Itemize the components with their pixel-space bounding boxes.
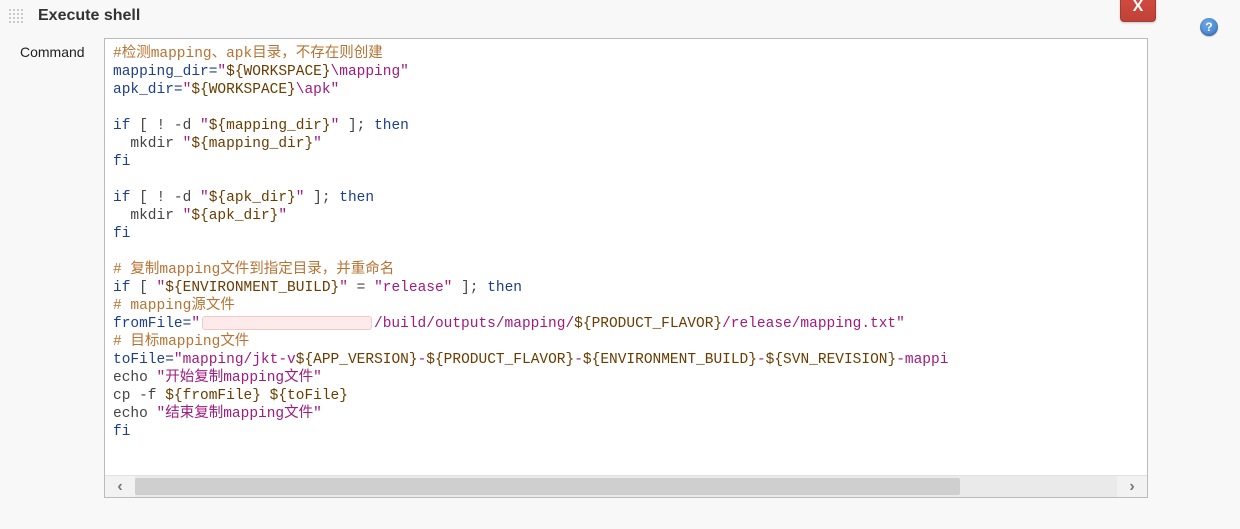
drag-handle-icon[interactable] <box>6 6 26 26</box>
code-var: mapping_dir <box>113 64 209 80</box>
code-var: apk_dir <box>113 82 174 98</box>
code-text: echo <box>113 406 157 422</box>
code-comment: # mapping源文件 <box>113 298 235 314</box>
scroll-track[interactable] <box>135 476 1117 497</box>
code-expansion: ${fromFile} <box>165 388 261 404</box>
code-kw: fi <box>113 154 130 170</box>
code-str: -mappi <box>896 352 948 368</box>
code-var: toFile <box>113 352 165 368</box>
horizontal-scrollbar[interactable]: ‹ › <box>105 475 1147 497</box>
code-str: " <box>157 280 166 296</box>
command-textarea[interactable]: #检测mapping、apk目录，不存在则创建 mapping_dir="${W… <box>105 39 1147 475</box>
code-expansion: ${mapping_dir} <box>209 118 331 134</box>
code-expansion: ${SVN_REVISION} <box>766 352 897 368</box>
code-kw: then <box>374 118 409 134</box>
code-kw: then <box>487 280 522 296</box>
code-expansion: ${APP_VERSION} <box>296 352 418 368</box>
code-comment: #检测mapping、apk目录，不存在则创建 <box>113 46 383 62</box>
code-str: " <box>313 136 322 152</box>
code-str: " <box>191 316 200 332</box>
code-kw: if <box>113 280 139 296</box>
code-str: "mapping/jkt-v <box>174 352 296 368</box>
code-str: - <box>418 352 427 368</box>
code-comment: # 复制mapping文件到指定目录，并重命名 <box>113 262 394 278</box>
code-str: " <box>339 280 348 296</box>
code-expansion: ${toFile} <box>270 388 348 404</box>
code-str: /release/mapping.txt" <box>722 316 905 332</box>
command-editor[interactable]: #检测mapping、apk目录，不存在则创建 mapping_dir="${W… <box>104 38 1148 498</box>
code-text: [ <box>139 280 156 296</box>
code-str: /build/outputs/mapping/ <box>374 316 574 332</box>
code-text: [ ! -d <box>139 190 200 206</box>
code-str: "结束复制mapping文件" <box>157 406 322 422</box>
code-str: " <box>278 208 287 224</box>
code-text <box>261 388 270 404</box>
code-expansion: ${PRODUCT_FLAVOR} <box>426 352 574 368</box>
redacted-path <box>202 316 372 330</box>
code-str: \apk" <box>296 82 340 98</box>
code-text: = <box>348 280 374 296</box>
code-str: " <box>200 118 209 134</box>
help-icon[interactable]: ? <box>1200 18 1218 36</box>
code-str: - <box>574 352 583 368</box>
code-expansion: ${ENVIRONMENT_BUILD} <box>583 352 757 368</box>
code-kw: if <box>113 118 139 134</box>
code-str: "release" <box>374 280 452 296</box>
command-row: Command #检测mapping、apk目录，不存在则创建 mapping_… <box>10 38 1230 498</box>
code-op: = <box>174 82 183 98</box>
scroll-thumb[interactable] <box>135 478 960 495</box>
scroll-right-icon[interactable]: › <box>1117 476 1147 497</box>
delete-step-button[interactable]: X <box>1120 0 1156 22</box>
code-kw: then <box>339 190 374 206</box>
build-step-execute-shell: Execute shell X ? Command #检测mapping、apk… <box>0 0 1240 508</box>
code-kw: fi <box>113 424 130 440</box>
code-text: cp -f <box>113 388 165 404</box>
code-text: ]; <box>452 280 487 296</box>
code-text: mkdir <box>113 136 183 152</box>
code-expansion: ${PRODUCT_FLAVOR} <box>574 316 722 332</box>
code-op: = <box>165 352 174 368</box>
code-text: echo <box>113 370 157 386</box>
code-str: " <box>331 118 340 134</box>
command-label: Command <box>20 38 104 498</box>
code-expansion: ${mapping_dir} <box>191 136 313 152</box>
code-text: ]; <box>304 190 339 206</box>
code-str: " <box>200 190 209 206</box>
code-str: " <box>217 64 226 80</box>
code-str: \mapping" <box>331 64 409 80</box>
scroll-left-icon[interactable]: ‹ <box>105 476 135 497</box>
code-kw: fi <box>113 226 130 242</box>
code-expansion: ${apk_dir} <box>209 190 296 206</box>
code-comment: # 目标mapping文件 <box>113 334 249 350</box>
code-kw: if <box>113 190 139 206</box>
code-str: - <box>757 352 766 368</box>
section-title: Execute shell <box>10 6 1230 26</box>
code-text: mkdir <box>113 208 183 224</box>
code-str: "开始复制mapping文件" <box>157 370 322 386</box>
code-expansion: ${ENVIRONMENT_BUILD} <box>165 280 339 296</box>
code-text: [ ! -d <box>139 118 200 134</box>
code-expansion: ${apk_dir} <box>191 208 278 224</box>
code-text: ]; <box>339 118 374 134</box>
code-expansion: ${WORKSPACE} <box>191 82 295 98</box>
code-var: fromFile <box>113 316 183 332</box>
code-expansion: ${WORKSPACE} <box>226 64 330 80</box>
